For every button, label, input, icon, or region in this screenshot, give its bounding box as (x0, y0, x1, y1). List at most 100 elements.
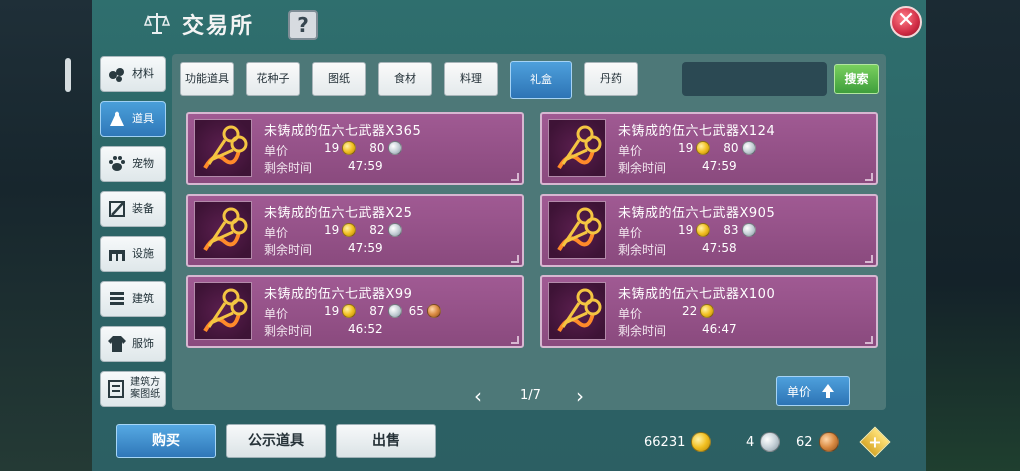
search-button[interactable]: 搜索 (834, 64, 879, 94)
silver-amount: 83 (723, 223, 739, 237)
search-input[interactable] (682, 62, 827, 96)
copper-balance-value: 62 (796, 434, 813, 450)
remaining-time-label: 剩余时间 (264, 243, 313, 257)
material-icon (106, 63, 128, 85)
listing-card[interactable]: 未铸成的伍六七武器X905 单价 19 83 剩余时间 47:58 (540, 194, 878, 267)
listing-card[interactable]: 未铸成的伍六七武器X25 单价 19 82 剩余时间 47:59 (186, 194, 524, 267)
gold-balance-value: 66231 (644, 434, 686, 450)
sidebar-item-pet[interactable]: 宠物 (100, 146, 166, 182)
unit-price: 19 80 (678, 141, 756, 155)
help-button[interactable]: ? (288, 10, 318, 40)
remaining-time-label: 剩余时间 (264, 324, 313, 338)
category-sidebar: 材料 道具 宠物 装备 设施 建筑 服饰 建筑方案图纸 (100, 56, 166, 416)
silver-coin-icon (387, 141, 402, 155)
remaining-time-label: 剩余时间 (264, 161, 313, 175)
tab-flower-seeds[interactable]: 花种子 (246, 62, 300, 96)
listing-card[interactable]: 未铸成的伍六七武器X365 单价 19 80 剩余时间 47:59 (186, 112, 524, 185)
silver-amount: 80 (369, 141, 385, 155)
tab-ingredients[interactable]: 食材 (378, 62, 432, 96)
add-currency-button[interactable]: + (859, 426, 891, 458)
silver-amount: 87 (369, 304, 385, 318)
copper-coin-icon (426, 304, 441, 318)
unit-price: 19 82 (324, 223, 402, 237)
previous-page-button[interactable]: ‹ (474, 386, 482, 406)
item-thumbnail (194, 282, 252, 340)
gold-coin-icon (342, 223, 357, 237)
background-left (0, 0, 92, 471)
gold-amount: 19 (678, 223, 694, 237)
remaining-time-label: 剩余时间 (618, 161, 667, 175)
gold-amount: 19 (678, 141, 694, 155)
scissors-weapon-icon (203, 125, 248, 170)
sell-button[interactable]: 出售 (336, 424, 436, 458)
item-name: 未铸成的伍六七武器X905 (618, 206, 776, 221)
sidebar-item-material[interactable]: 材料 (100, 56, 166, 92)
gold-coin-icon (691, 432, 712, 452)
item-name: 未铸成的伍六七武器X100 (618, 287, 776, 302)
sidebar-item-blueprint[interactable]: 建筑方案图纸 (100, 371, 166, 407)
unit-price-label: 单价 (618, 144, 643, 158)
next-page-button[interactable]: › (576, 386, 584, 406)
remaining-time-label: 剩余时间 (618, 243, 667, 257)
item-thumbnail (548, 282, 606, 340)
sort-by-price-button[interactable]: 单价 (776, 376, 850, 406)
gold-amount: 22 (682, 304, 698, 318)
public-items-button[interactable]: 公示道具 (226, 424, 326, 458)
building-icon (106, 288, 128, 310)
item-thumbnail (194, 119, 252, 177)
tab-gift-box[interactable]: 礼盒 (510, 61, 572, 99)
unit-price-label: 单价 (264, 144, 289, 158)
sidebar-item-clothing[interactable]: 服饰 (100, 326, 166, 362)
remaining-time: 47:59 (348, 159, 383, 173)
copper-coin-icon (818, 432, 839, 452)
plus-icon: + (868, 432, 882, 452)
gold-coin-icon (342, 304, 357, 318)
remaining-time: 47:59 (702, 159, 737, 173)
tab-blueprints[interactable]: 图纸 (312, 62, 366, 96)
unit-price-label: 单价 (618, 307, 643, 321)
silver-coin-icon (741, 223, 756, 237)
sidebar-item-building[interactable]: 建筑 (100, 281, 166, 317)
gold-amount: 19 (324, 141, 340, 155)
sidebar-item-label: 设施 (132, 247, 154, 260)
gold-amount: 19 (324, 304, 340, 318)
scissors-weapon-icon (203, 288, 248, 333)
listing-card[interactable]: 未铸成的伍六七武器X99 单价 19 87 65 剩余时间 46:52 (186, 275, 524, 348)
sidebar-item-items[interactable]: 道具 (100, 101, 166, 137)
silver-coin-icon (741, 141, 756, 155)
tab-cuisine[interactable]: 料理 (444, 62, 498, 96)
gold-amount: 19 (324, 223, 340, 237)
scissors-weapon-icon (203, 207, 248, 252)
remaining-time: 46:52 (348, 322, 383, 336)
listing-card[interactable]: 未铸成的伍六七武器X100 单价 22 剩余时间 46:47 (540, 275, 878, 348)
page-title: 交易所 (182, 13, 255, 39)
card-corner (865, 255, 873, 263)
tab-elixir[interactable]: 丹药 (584, 62, 638, 96)
sort-label: 单价 (787, 384, 812, 399)
card-corner (865, 173, 873, 181)
sidebar-item-facility[interactable]: 设施 (100, 236, 166, 272)
sidebar-item-label: 建筑 (132, 292, 154, 305)
gold-coin-icon (342, 141, 357, 155)
sidebar-item-label: 宠物 (132, 157, 154, 170)
scissors-weapon-icon (557, 207, 602, 252)
copper-amount: 65 (408, 304, 424, 318)
gold-coin-icon (696, 223, 711, 237)
sidebar-item-equipment[interactable]: 装备 (100, 191, 166, 227)
blueprint-icon (106, 378, 126, 400)
silver-coin-icon (387, 304, 402, 318)
silver-amount: 80 (723, 141, 739, 155)
buy-button[interactable]: 购买 (116, 424, 216, 458)
tab-function-items[interactable]: 功能道具 (180, 62, 234, 96)
card-corner (511, 336, 519, 344)
silver-coin-icon (387, 223, 402, 237)
close-button[interactable]: ✕ (890, 6, 922, 38)
silver-coin-icon (760, 432, 781, 452)
item-thumbnail (548, 201, 606, 259)
listing-card[interactable]: 未铸成的伍六七武器X124 单价 19 80 剩余时间 47:59 (540, 112, 878, 185)
side-handle[interactable] (65, 58, 71, 92)
unit-price-label: 单价 (264, 226, 289, 240)
item-name: 未铸成的伍六七武器X25 (264, 206, 413, 221)
facility-icon (106, 243, 128, 265)
scissors-weapon-icon (557, 125, 602, 170)
